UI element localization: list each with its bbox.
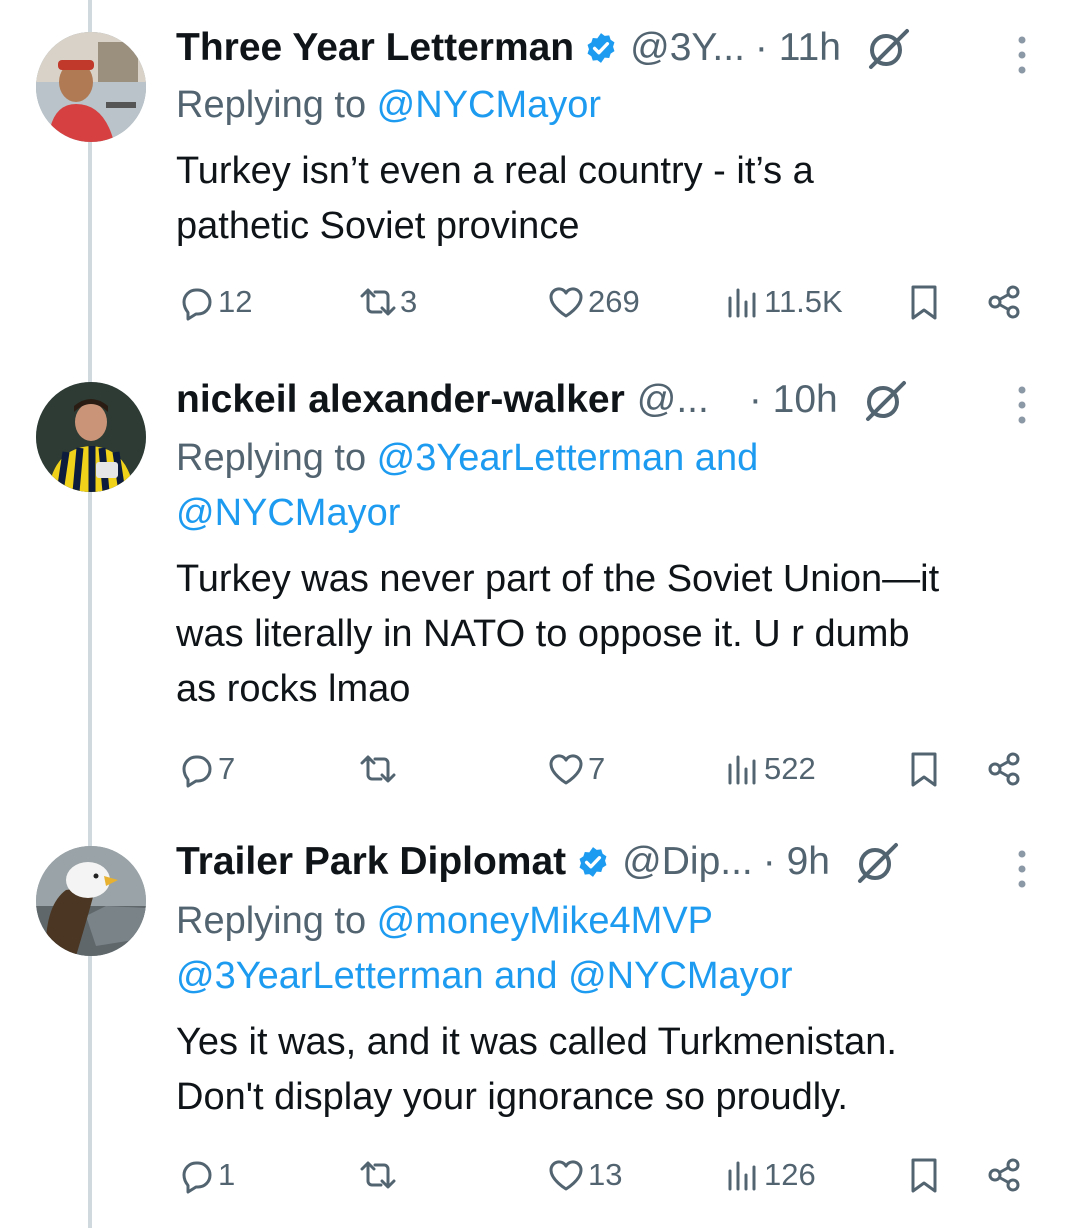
repost-button[interactable]: 3: [358, 277, 417, 327]
bookmark-icon: [911, 285, 937, 320]
bookmark-button[interactable]: [904, 277, 944, 327]
repost-icon: [360, 288, 396, 316]
tweet-text-line: as rocks lmao: [176, 668, 411, 710]
reply-button[interactable]: 12: [176, 277, 252, 327]
avatar[interactable]: [36, 846, 146, 956]
like-button[interactable]: 269: [546, 277, 640, 327]
display-name[interactable]: nickeil alexander-walker: [176, 373, 625, 427]
verified-badge-icon: [587, 33, 615, 63]
bookmark-icon: [911, 1158, 937, 1193]
views-count: 11.5K: [764, 284, 843, 319]
share-button[interactable]: [984, 744, 1024, 794]
replying-to: Replying to @NYCMayor: [176, 78, 1040, 133]
verified-badge-icon: [579, 847, 607, 877]
views-count: 522: [764, 751, 816, 786]
views-button[interactable]: 126: [722, 1150, 816, 1200]
tweet[interactable]: Three Year Letterman @3Y... · 11h Replyi…: [0, 0, 1080, 352]
like-count: 7: [588, 751, 606, 786]
handle[interactable]: @Dip...: [622, 835, 753, 889]
replying-to: Replying to @3YearLetterman and @NYCMayo…: [176, 431, 1040, 541]
share-icon: [988, 285, 1020, 319]
tweet-header: nickeil alexander-walker @... · 10h: [176, 373, 1040, 427]
timestamp[interactable]: · 10h: [749, 373, 838, 427]
reply-button[interactable]: 1: [176, 1150, 235, 1200]
reply-count: 12: [218, 284, 253, 319]
bookmark-button[interactable]: [904, 1150, 944, 1200]
avatar[interactable]: [36, 32, 146, 142]
avatar[interactable]: [36, 382, 146, 492]
more-icon[interactable]: [1014, 385, 1030, 425]
share-button[interactable]: [984, 1150, 1024, 1200]
grok-icon[interactable]: [860, 375, 910, 425]
tweet-text-line: pathetic Soviet province: [176, 205, 580, 247]
reply-icon: [182, 288, 212, 321]
tweet-text: Turkey was never part of the Soviet Unio…: [176, 552, 1040, 717]
repost-button[interactable]: [358, 744, 400, 794]
replying-to-label: Replying to: [176, 900, 377, 942]
grok-icon[interactable]: [863, 23, 913, 73]
mention-link[interactable]: @NYCMayor: [176, 486, 1040, 541]
reply-count: 7: [218, 751, 236, 786]
more-icon[interactable]: [1014, 849, 1030, 889]
like-count: 13: [588, 1157, 623, 1192]
like-count: 269: [588, 284, 640, 319]
reply-icon: [182, 1161, 212, 1194]
display-name[interactable]: Three Year Letterman: [176, 21, 574, 75]
bookmark-button[interactable]: [904, 744, 944, 794]
views-icon: [728, 1161, 756, 1191]
like-icon: [549, 754, 583, 785]
views-button[interactable]: 522: [722, 744, 816, 794]
reply-icon: [182, 755, 212, 788]
replying-to-label: Replying to: [176, 437, 377, 479]
tweet-header: Three Year Letterman @3Y... · 11h: [176, 21, 1040, 75]
reply-count: 1: [218, 1157, 236, 1192]
mention-link[interactable]: @NYCMayor: [377, 84, 601, 126]
replying-to-label: Replying to: [176, 84, 377, 126]
like-button[interactable]: 13: [546, 1150, 622, 1200]
share-icon: [988, 752, 1020, 786]
tweet-text-line: Don't display your ignorance so proudly.: [176, 1076, 848, 1118]
tweet-text-line: Turkey was never part of the Soviet Unio…: [176, 558, 940, 600]
tweet[interactable]: Trailer Park Diplomat @Dip... · 9h Reply…: [0, 814, 1080, 1228]
mention-link[interactable]: @3YearLetterman and @NYCMayor: [176, 949, 1040, 1004]
tweet-header: Trailer Park Diplomat @Dip... · 9h: [176, 835, 1040, 889]
views-count: 126: [764, 1157, 816, 1192]
tweet-text: Turkey isn’t even a real country - it’s …: [176, 144, 1040, 254]
display-name[interactable]: Trailer Park Diplomat: [176, 835, 566, 889]
action-bar: 1 13 126: [176, 1150, 1040, 1200]
repost-count: 3: [400, 284, 418, 319]
more-icon[interactable]: [1014, 35, 1030, 75]
like-icon: [549, 287, 583, 318]
mention-link[interactable]: @3YearLetterman and: [377, 437, 759, 479]
action-bar: 12 3 269 11.5K: [176, 277, 1040, 327]
tweet-text-line: Yes it was, and it was called Turkmenist…: [176, 1021, 897, 1063]
mention-link[interactable]: @moneyMike4MVP: [377, 900, 713, 942]
share-button[interactable]: [984, 277, 1024, 327]
views-icon: [728, 288, 756, 318]
like-icon: [549, 1160, 583, 1191]
views-button[interactable]: 11.5K: [722, 277, 843, 327]
handle[interactable]: @3Y...: [630, 21, 745, 75]
handle[interactable]: @...: [637, 373, 709, 427]
action-bar: 7 7 522: [176, 744, 1040, 794]
bookmark-icon: [911, 752, 937, 787]
timestamp[interactable]: · 11h: [755, 21, 841, 75]
repost-icon: [360, 1161, 396, 1189]
like-button[interactable]: 7: [546, 744, 605, 794]
repost-button[interactable]: [358, 1150, 400, 1200]
reply-button[interactable]: 7: [176, 744, 235, 794]
tweet-text: Yes it was, and it was called Turkmenist…: [176, 1015, 1040, 1125]
timestamp[interactable]: · 9h: [763, 835, 830, 889]
grok-icon[interactable]: [852, 837, 902, 887]
replying-to: Replying to @moneyMike4MVP @3YearLetterm…: [176, 894, 1040, 1004]
tweet-text-line: Turkey isn’t even a real country - it’s …: [176, 150, 814, 192]
tweet-text-line: was literally in NATO to oppose it. U r …: [176, 613, 910, 655]
tweet[interactable]: nickeil alexander-walker @... · 10h Repl…: [0, 352, 1080, 814]
share-icon: [988, 1158, 1020, 1192]
repost-icon: [360, 755, 396, 783]
views-icon: [728, 755, 756, 785]
